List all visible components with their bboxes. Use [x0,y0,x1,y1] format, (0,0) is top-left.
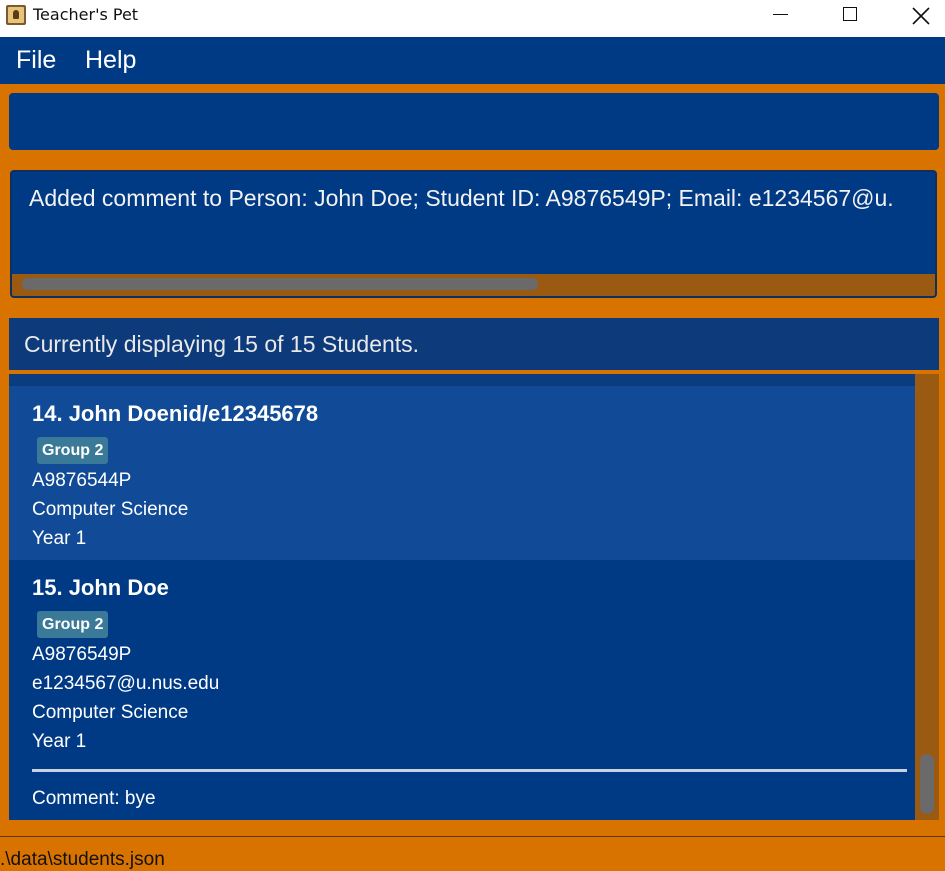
menu-bar: File Help [0,37,945,84]
student-card[interactable]: 14. John Doenid/e12345678 Group 2 A98765… [9,386,915,560]
comment-divider [32,769,907,772]
footer-divider [0,836,945,837]
list-scrollbar-thumb[interactable] [920,754,934,814]
window-title-bar: Teacher's Pet [0,0,945,37]
maximize-button[interactable] [827,0,873,37]
app-icon [6,5,26,25]
result-text: Added comment to Person: John Doe; Stude… [29,185,894,211]
student-list[interactable]: 14. John Doenid/e12345678 Group 2 A98765… [9,374,915,820]
minimize-button[interactable] [757,0,803,37]
student-email: e1234567@u.nus.edu [32,673,220,694]
command-input[interactable] [9,93,939,150]
student-id: A9876544P [32,470,132,491]
list-header: Currently displaying 15 of 15 Students. [9,318,939,370]
group-tag: Group 2 [37,611,109,638]
menu-help[interactable]: Help [85,46,136,75]
window-title: Teacher's Pet [33,5,139,24]
student-name: 14. John Doenid/e12345678 [32,401,319,426]
close-icon [912,7,930,25]
close-button[interactable] [897,0,943,37]
student-id: A9876549P [32,644,132,665]
list-count-text: Currently displaying 15 of 15 Students. [24,331,420,357]
student-major: Computer Science [32,499,189,520]
student-major: Computer Science [32,702,189,723]
student-name: 15. John Doe [32,575,169,600]
student-year: Year 1 [32,731,87,752]
menu-file[interactable]: File [16,46,56,75]
result-scrollbar-thumb[interactable] [22,278,538,290]
student-card[interactable]: 15. John Doe Group 2 A9876549P e1234567@… [9,560,915,820]
save-location-path: .\data\students.json [0,849,165,870]
group-tag: Group 2 [37,437,109,464]
result-display[interactable]: Added comment to Person: John Doe; Stude… [10,170,937,298]
student-comment: Comment: bye [32,788,156,809]
student-year: Year 1 [32,528,87,549]
list-partial-row [9,374,915,386]
